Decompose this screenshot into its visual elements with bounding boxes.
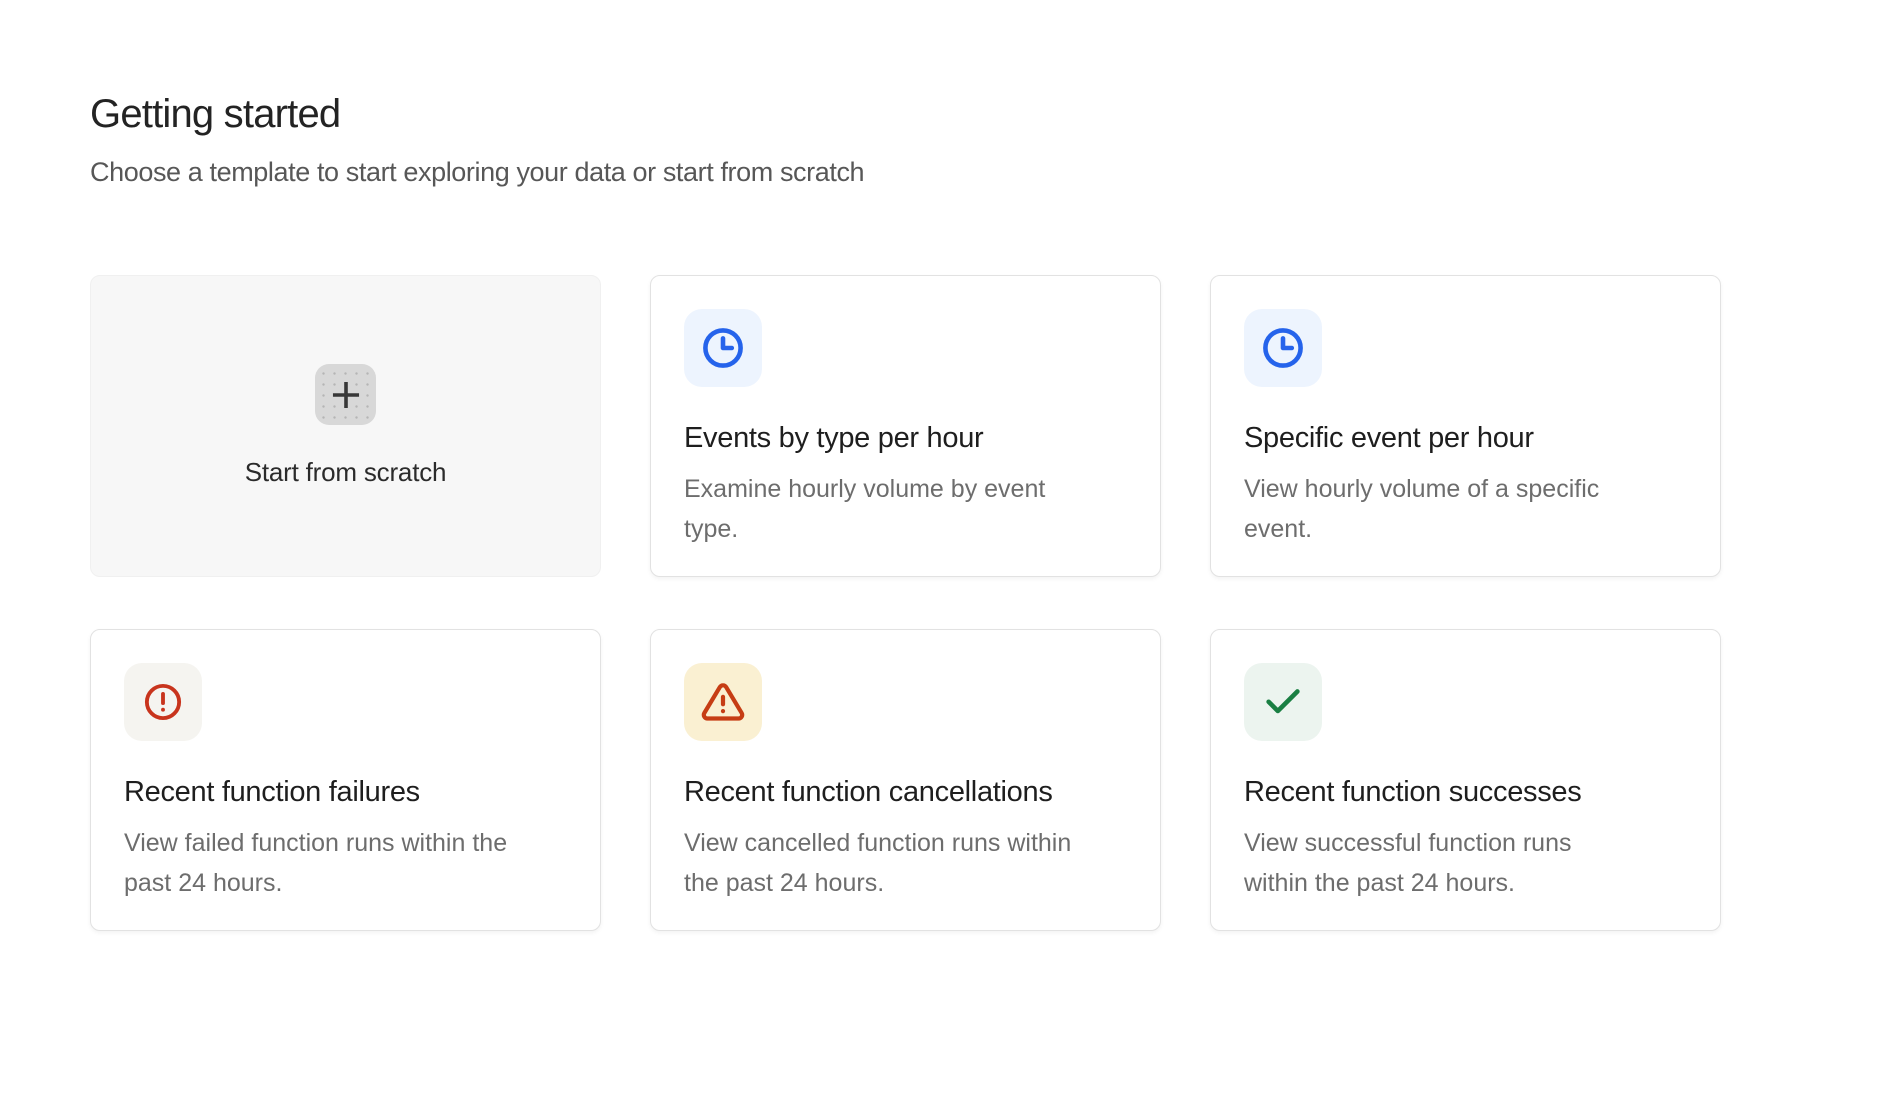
card-title: Recent function cancellations: [684, 773, 1127, 811]
card-description: View hourly volume of a specific event.: [1244, 469, 1687, 549]
card-recent-function-failures[interactable]: Recent function failures View failed fun…: [90, 629, 601, 931]
clock-icon: [1259, 324, 1307, 372]
card-description: Examine hourly volume by event type.: [684, 469, 1127, 549]
check-icon: [1260, 679, 1306, 725]
card-title: Recent function failures: [124, 773, 567, 811]
template-cards-grid: Start from scratch Events by type per ho…: [90, 275, 1886, 931]
plus-icon: [328, 377, 364, 413]
card-title: Events by type per hour: [684, 419, 1127, 457]
getting-started-page: Getting started Choose a template to sta…: [0, 0, 1886, 931]
alert-circle-icon-tile: [124, 663, 202, 741]
card-recent-function-successes[interactable]: Recent function successes View successfu…: [1210, 629, 1721, 931]
clock-icon: [699, 324, 747, 372]
alert-circle-icon: [141, 680, 185, 724]
alert-triangle-icon: [701, 680, 745, 724]
card-events-by-type-per-hour[interactable]: Events by type per hour Examine hourly v…: [650, 275, 1161, 577]
page-subtitle: Choose a template to start exploring you…: [90, 154, 1886, 190]
clock-icon-tile: [684, 309, 762, 387]
start-from-scratch-label: Start from scratch: [245, 457, 447, 488]
card-title: Recent function successes: [1244, 773, 1687, 811]
page-title: Getting started: [90, 90, 1886, 138]
check-icon-tile: [1244, 663, 1322, 741]
card-title: Specific event per hour: [1244, 419, 1687, 457]
alert-triangle-icon-tile: [684, 663, 762, 741]
card-specific-event-per-hour[interactable]: Specific event per hour View hourly volu…: [1210, 275, 1721, 577]
card-recent-function-cancellations[interactable]: Recent function cancellations View cance…: [650, 629, 1161, 931]
card-description: View failed function runs within the pas…: [124, 823, 567, 903]
card-description: View cancelled function runs within the …: [684, 823, 1127, 903]
card-description: View successful function runs within the…: [1244, 823, 1687, 903]
plus-button[interactable]: [315, 364, 376, 425]
card-start-from-scratch[interactable]: Start from scratch: [90, 275, 601, 577]
clock-icon-tile: [1244, 309, 1322, 387]
